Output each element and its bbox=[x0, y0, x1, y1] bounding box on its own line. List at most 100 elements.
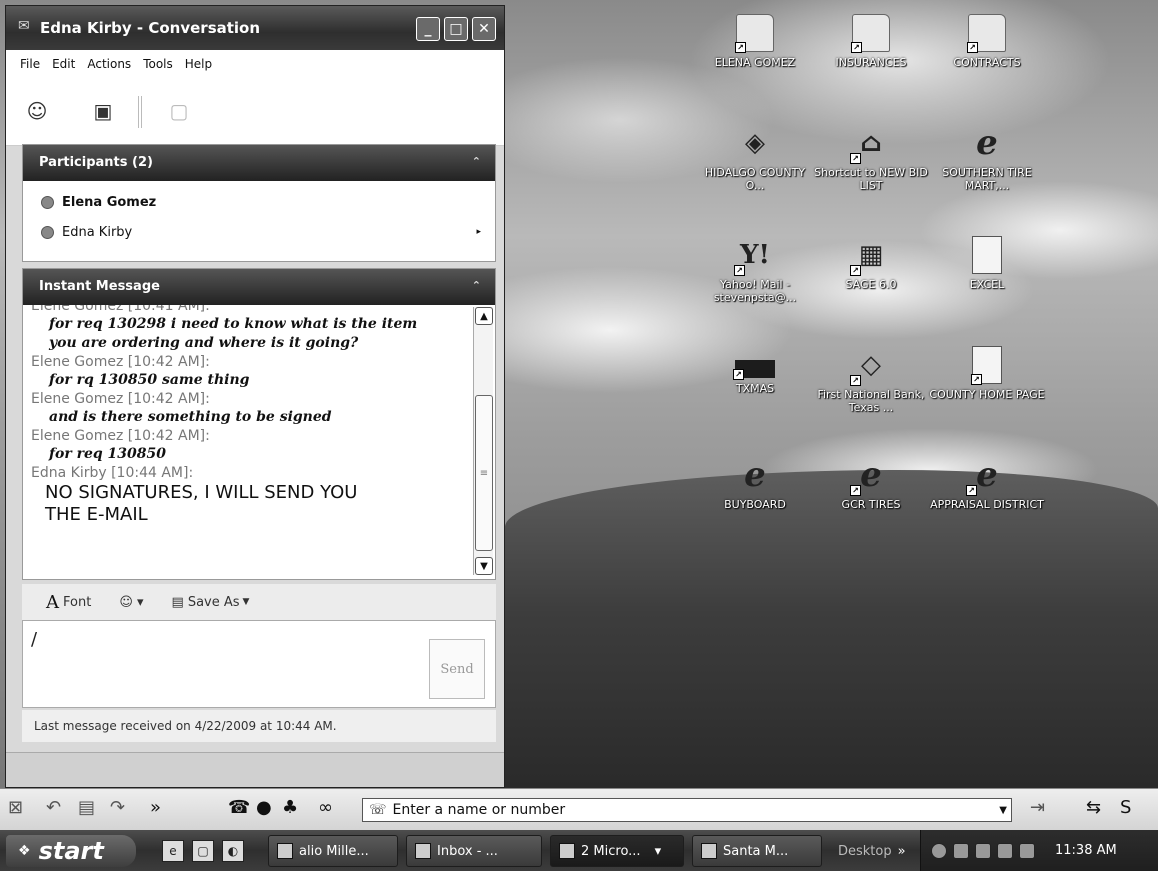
forward-icon[interactable]: ↷ bbox=[110, 797, 125, 818]
instant-message-panel: Instant Message ⌃ Elene Gomez [10:41 AM]… bbox=[22, 268, 496, 580]
desktop-icon-southern-tire-mart[interactable]: e SOUTHERN TIRE MART,... bbox=[928, 123, 1046, 192]
tray-app-icon[interactable] bbox=[953, 842, 969, 859]
app-icon bbox=[277, 843, 293, 859]
desktop-icon-county-home-page[interactable]: ↗ COUNTY HOME PAGE bbox=[928, 346, 1046, 401]
windows-logo-icon: ❖ bbox=[18, 843, 31, 859]
smiley-icon: ☺ ▾ bbox=[119, 594, 144, 610]
network-tray-icon[interactable] bbox=[997, 842, 1013, 859]
ie-icon: e bbox=[744, 455, 766, 495]
start-button[interactable]: ❖ start bbox=[6, 835, 136, 867]
text-cursor: / bbox=[31, 629, 38, 650]
message-text: for req 130298 i need to know what is th… bbox=[49, 316, 418, 332]
expand-arrow-icon[interactable]: ▸ bbox=[476, 227, 481, 237]
desktop-toolbar[interactable]: Desktop » bbox=[830, 835, 918, 867]
emoticon-button[interactable]: ☺ ▾ bbox=[119, 595, 143, 610]
desktop-icon-first-national-bank[interactable]: ◇ ↗ First National Bank, Texas ... bbox=[812, 346, 930, 414]
firefox-quicklaunch-icon[interactable]: ◐ bbox=[222, 840, 244, 862]
ie-icon bbox=[701, 843, 717, 859]
message-scrollbar[interactable]: ▲ ≡ ▼ bbox=[473, 307, 493, 575]
scroll-thumb[interactable]: ≡ bbox=[475, 395, 493, 551]
toolbar-separator bbox=[138, 96, 142, 128]
desktop-icon-txmas[interactable]: ↗ TXMAS bbox=[696, 346, 814, 395]
conversation-window[interactable]: ✉ Edna Kirby - Conversation _ □ ✕ File E… bbox=[5, 5, 505, 788]
folder-up-icon[interactable]: ▤ bbox=[78, 797, 95, 818]
close-toolbar-icon[interactable]: ⊠ bbox=[8, 797, 23, 818]
font-button[interactable]: A Font bbox=[46, 592, 91, 613]
task-microsoft-group[interactable]: 2 Micro... ▾ bbox=[550, 835, 684, 867]
taskbar: ❖ start e ▢ ◐ alio Mille... Inbox - ... … bbox=[0, 830, 1158, 871]
menu-bar: File Edit Actions Tools Help bbox=[6, 50, 504, 78]
send-button[interactable]: Send bbox=[429, 639, 485, 699]
participants-panel: Participants (2) ⌃ Elena Gomez Edna Kirb… bbox=[22, 144, 496, 262]
participants-header[interactable]: Participants (2) ⌃ bbox=[23, 145, 495, 181]
ie-icon: e bbox=[976, 123, 998, 163]
message-text: and is there something to be signed bbox=[49, 409, 332, 425]
messenger-tray-icon[interactable] bbox=[975, 842, 991, 859]
share-screen-icon[interactable]: ▣ bbox=[90, 98, 116, 124]
save-as-button[interactable]: ▤ Save As ▼ bbox=[172, 595, 250, 610]
desktop-icon-new-bid-list[interactable]: ⌂ ↗ Shortcut to NEW BID LIST bbox=[812, 124, 930, 192]
message-history[interactable]: Elene Gomez [10:41 AM]: for req 130298 i… bbox=[31, 305, 467, 577]
name-number-input[interactable]: ☏ Enter a name or number ▼ bbox=[362, 798, 1012, 822]
skype-icon[interactable]: S bbox=[1120, 797, 1131, 818]
back-icon[interactable]: ↶ bbox=[46, 797, 61, 818]
title-bar[interactable]: ✉ Edna Kirby - Conversation _ □ ✕ bbox=[6, 6, 504, 50]
desktop-icon-sage[interactable]: ▦ ↗ SAGE 6.0 bbox=[812, 236, 930, 291]
message-sender: Elene Gomez [10:42 AM]: bbox=[31, 391, 210, 407]
desktop-icon-insurances[interactable]: ↗ INSURANCES bbox=[812, 14, 930, 69]
desktop-icon-contracts[interactable]: ↗ CONTRACTS bbox=[928, 14, 1046, 69]
minimize-button[interactable]: _ bbox=[416, 17, 440, 41]
presence-icon bbox=[41, 225, 54, 239]
desktop-icon-appraisal-district[interactable]: e ↗ APPRAISAL DISTRICT bbox=[928, 455, 1046, 511]
desktop-icon-elena-gomez[interactable]: ↗ ELENA GOMEZ bbox=[696, 14, 814, 69]
invite-contact-icon[interactable]: ☺ bbox=[24, 98, 50, 124]
task-santa-m[interactable]: Santa M... bbox=[692, 835, 822, 867]
menu-tools[interactable]: Tools bbox=[143, 57, 173, 71]
link-icon[interactable]: ∞ bbox=[318, 797, 333, 818]
message-input[interactable]: / Send bbox=[22, 620, 496, 708]
desktop-icon-buyboard[interactable]: e BUYBOARD bbox=[696, 455, 814, 511]
ie-quicklaunch-icon[interactable]: e bbox=[162, 840, 184, 862]
desktop-icon-hidalgo-county[interactable]: ◈ HIDALGO COUNTY O... bbox=[696, 124, 814, 192]
task-inbox[interactable]: Inbox - ... bbox=[406, 835, 542, 867]
desktop-hill bbox=[505, 470, 1158, 788]
tray-collapse-icon[interactable] bbox=[931, 842, 947, 859]
security-tray-icon[interactable] bbox=[1019, 842, 1035, 859]
phone-icon[interactable]: ☎ bbox=[228, 797, 250, 818]
maximize-button[interactable]: □ bbox=[444, 17, 468, 41]
menu-file[interactable]: File bbox=[20, 57, 40, 71]
instant-message-header[interactable]: Instant Message ⌃ bbox=[23, 269, 495, 305]
scroll-up-button[interactable]: ▲ bbox=[475, 307, 493, 325]
desktop-icon-excel[interactable]: EXCEL bbox=[928, 236, 1046, 291]
collapse-icon[interactable]: ⌃ bbox=[472, 155, 481, 168]
excel-icon bbox=[972, 236, 1002, 274]
folder-icon: ↗ bbox=[735, 14, 774, 53]
messenger-icon bbox=[559, 843, 575, 859]
message-text: for rq 130850 same thing bbox=[49, 372, 250, 388]
folder-icon: ↗ bbox=[967, 14, 1006, 53]
task-alio-millennium[interactable]: alio Mille... bbox=[268, 835, 398, 867]
transfer-icon[interactable]: ⇆ bbox=[1086, 797, 1101, 818]
dropdown-arrow-icon: ▼ bbox=[242, 597, 250, 607]
more-chevron-icon[interactable]: » bbox=[150, 797, 161, 818]
message-text: you are ordering and where is it going? bbox=[49, 335, 359, 351]
message-sender: Elene Gomez [10:42 AM]: bbox=[31, 428, 210, 444]
record-icon[interactable]: ● bbox=[256, 797, 272, 818]
scroll-down-button[interactable]: ▼ bbox=[475, 557, 493, 575]
status-line: Last message received on 4/22/2009 at 10… bbox=[22, 710, 496, 742]
desktop-icon-yahoo-mail[interactable]: Y! ↗ Yahoo! Mail - stevenpsta@... bbox=[696, 236, 814, 304]
clock[interactable]: 11:38 AM bbox=[1055, 843, 1117, 858]
go-icon[interactable]: ⇥ bbox=[1030, 797, 1045, 818]
participant-elena-gomez[interactable]: Elena Gomez bbox=[23, 187, 495, 217]
participant-edna-kirby[interactable]: Edna Kirby ▸ bbox=[23, 217, 495, 247]
outlook-quicklaunch-icon[interactable]: ▢ bbox=[192, 840, 214, 862]
desktop-icon-gcr-tires[interactable]: e ↗ GCR TIRES bbox=[812, 455, 930, 511]
menu-edit[interactable]: Edit bbox=[52, 57, 75, 71]
menu-actions[interactable]: Actions bbox=[87, 57, 131, 71]
contacts-icon[interactable]: ♣ bbox=[282, 797, 298, 818]
menu-help[interactable]: Help bbox=[185, 57, 212, 71]
dropdown-arrow-icon[interactable]: ▼ bbox=[999, 805, 1007, 816]
close-button[interactable]: ✕ bbox=[472, 17, 496, 41]
collapse-icon[interactable]: ⌃ bbox=[472, 279, 481, 292]
video-icon[interactable]: ▢ bbox=[166, 98, 192, 124]
